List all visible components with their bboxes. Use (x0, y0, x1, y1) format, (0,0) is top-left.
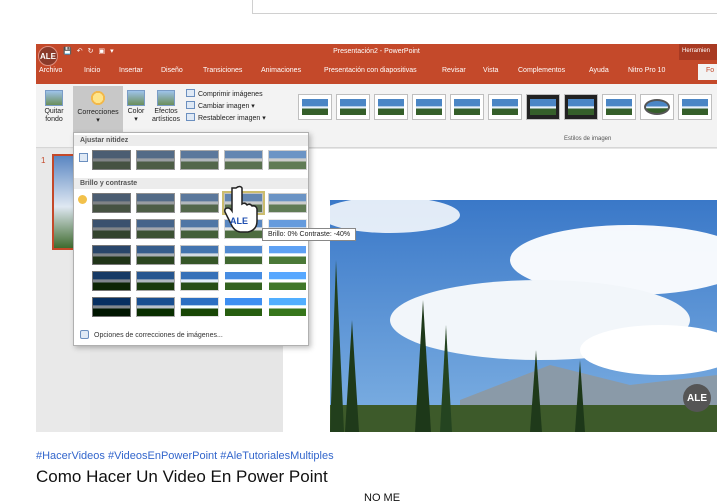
correction-preset[interactable] (180, 245, 219, 265)
image-style[interactable] (526, 94, 560, 120)
cutoff-text: NO ME (364, 492, 401, 504)
settings-icon (80, 330, 89, 339)
correction-preset[interactable] (136, 219, 175, 239)
correction-preset[interactable] (92, 193, 131, 213)
correction-preset[interactable] (92, 271, 131, 291)
correction-preset[interactable] (136, 245, 175, 265)
artistic-effects-icon (157, 90, 175, 106)
image-style[interactable] (336, 94, 370, 120)
image-style[interactable] (298, 94, 332, 120)
reset-image-button[interactable]: Restablecer imagen ▾ (186, 113, 266, 122)
video-hashtags[interactable]: #HacerVideos #VideosEnPowerPoint #AleTut… (36, 450, 334, 462)
color-button[interactable]: Color ▾ (124, 88, 148, 124)
image-style[interactable] (564, 94, 598, 120)
window-title: Presentación2 - PowerPoint (333, 48, 420, 55)
correction-preset[interactable] (268, 271, 307, 291)
correction-preset[interactable] (92, 297, 131, 317)
ribbon-tabs: Archivo Inicio Insertar Diseño Transicio… (36, 60, 717, 84)
correction-preset[interactable] (180, 297, 219, 317)
image-style[interactable] (488, 94, 522, 120)
correction-preset[interactable] (224, 150, 263, 170)
correction-preset[interactable] (136, 150, 175, 170)
remove-background-button[interactable]: Quitar fondo (39, 88, 69, 124)
correction-preset[interactable] (180, 219, 219, 239)
color-icon (127, 90, 145, 106)
correction-preset[interactable] (224, 297, 263, 317)
tab-nitro[interactable]: Nitro Pro 10 (628, 67, 665, 74)
correction-preset[interactable] (136, 271, 175, 291)
correction-preset[interactable] (136, 297, 175, 317)
remove-background-icon (45, 90, 63, 106)
sharpen-presets (92, 150, 307, 170)
tab-animaciones[interactable]: Animaciones (261, 67, 301, 74)
correction-preset[interactable] (268, 193, 307, 213)
image-styles-gallery (298, 94, 712, 120)
tab-archivo[interactable]: Archivo (39, 67, 62, 74)
tab-complementos[interactable]: Complementos (518, 67, 565, 74)
correction-preset[interactable] (92, 245, 131, 265)
correction-preset[interactable] (224, 245, 263, 265)
slide-number: 1 (41, 156, 46, 165)
title-bar: 💾 ↶ ↻ ▣ ▾ Presentación2 - PowerPoint Her… (36, 44, 717, 60)
hand-pointer-icon: ALE (224, 185, 258, 233)
corrections-button[interactable]: Correcciones ▾ (73, 86, 123, 132)
brightness-section-header: Brillo y contraste (74, 178, 308, 189)
correction-preset[interactable] (92, 219, 131, 239)
artistic-effects-button[interactable]: Efectos artísticos (149, 88, 183, 124)
tab-insertar[interactable]: Insertar (119, 67, 143, 74)
image-style[interactable] (602, 94, 636, 120)
change-image-button[interactable]: Cambiar imagen ▾ (186, 101, 255, 110)
tab-inicio[interactable]: Inicio (84, 67, 100, 74)
top-divider (252, 0, 717, 14)
brightness-icon (78, 195, 87, 204)
tab-formato[interactable]: Fo (698, 64, 717, 80)
correction-preset[interactable] (268, 245, 307, 265)
image-styles-group-label: Estilos de imagen (564, 136, 612, 142)
ale-logo-watermark: ALE (683, 384, 711, 412)
slide-canvas[interactable]: ALE (283, 149, 717, 432)
compress-icon (186, 89, 195, 97)
sun-icon (89, 89, 107, 107)
tab-transiciones[interactable]: Transiciones (203, 67, 242, 74)
reset-image-icon (186, 113, 195, 121)
corrections-options-link[interactable]: Opciones de correcciones de imágenes... (80, 330, 223, 339)
brightness-contrast-presets (92, 191, 307, 317)
image-style[interactable] (450, 94, 484, 120)
preset-tooltip: Brillo: 0% Contraste: -40% (262, 228, 357, 241)
video-title: Como Hacer Un Video En Power Point (36, 467, 328, 486)
correction-preset[interactable] (180, 150, 219, 170)
tab-revisar[interactable]: Revisar (442, 67, 466, 74)
correction-preset[interactable] (268, 297, 307, 317)
tab-ayuda[interactable]: Ayuda (589, 67, 609, 74)
sharpen-section-header: Ajustar nitidez (74, 135, 308, 146)
channel-avatar: ALE (38, 46, 58, 66)
correction-preset[interactable] (136, 193, 175, 213)
slide-photo[interactable]: ALE (330, 200, 717, 432)
change-image-icon (186, 101, 195, 109)
image-style[interactable] (412, 94, 446, 120)
correction-preset[interactable] (92, 150, 131, 170)
tab-presentacion[interactable]: Presentación con diapositivas (324, 67, 417, 74)
sharpen-icon (79, 153, 88, 162)
video-frame[interactable]: ALE 💾 ↶ ↻ ▣ ▾ Presentación2 - PowerPoint… (36, 44, 717, 432)
svg-text:ALE: ALE (230, 216, 248, 226)
tab-vista[interactable]: Vista (483, 67, 498, 74)
tab-diseno[interactable]: Diseño (161, 67, 183, 74)
correction-preset[interactable] (268, 150, 307, 170)
image-style[interactable] (374, 94, 408, 120)
image-style[interactable] (678, 94, 712, 120)
image-style[interactable] (640, 94, 674, 120)
correction-preset[interactable] (180, 271, 219, 291)
correction-preset[interactable] (224, 271, 263, 291)
correction-preset[interactable] (180, 193, 219, 213)
tools-contextual-tab[interactable]: Herramien (679, 44, 717, 60)
compress-images-button[interactable]: Comprimir imágenes (186, 89, 263, 98)
